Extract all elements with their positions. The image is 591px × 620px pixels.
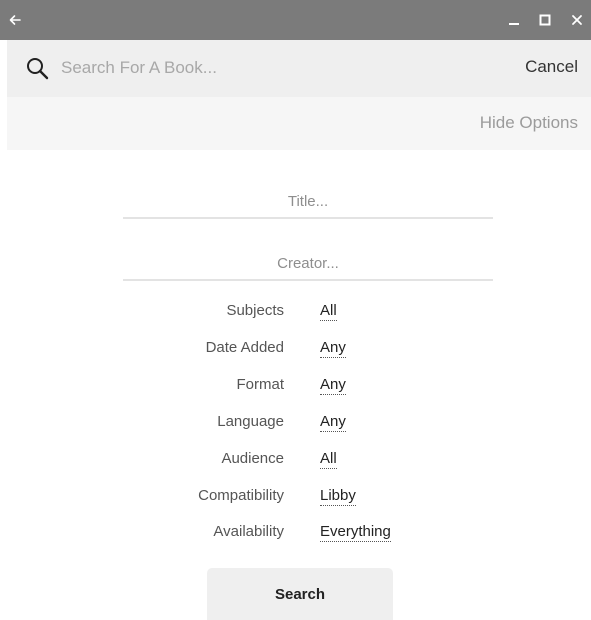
availability-select[interactable]: Everything <box>320 523 391 542</box>
filter-row-language: Language Any <box>0 413 591 435</box>
format-select[interactable]: Any <box>320 376 346 395</box>
filter-label: Date Added <box>205 339 284 356</box>
search-input[interactable] <box>61 54 441 82</box>
close-icon[interactable] <box>569 12 585 28</box>
minimize-icon[interactable] <box>506 12 522 28</box>
hide-options-button[interactable]: Hide Options <box>480 113 578 133</box>
filter-row-date-added: Date Added Any <box>0 339 591 361</box>
arrow-left-icon[interactable] <box>7 12 23 28</box>
maximize-icon[interactable] <box>537 12 553 28</box>
filter-label: Audience <box>221 450 284 467</box>
compatibility-select[interactable]: Libby <box>320 487 356 506</box>
date-added-select[interactable]: Any <box>320 339 346 358</box>
filter-row-availability: Availability Everything <box>0 523 591 545</box>
filter-label: Format <box>236 376 284 393</box>
filter-row-audience: Audience All <box>0 450 591 472</box>
creator-input[interactable] <box>123 247 493 281</box>
title-input[interactable] <box>123 185 493 219</box>
app-window: Cancel Hide Options Subjects All Date Ad… <box>0 0 591 620</box>
filter-label: Language <box>217 413 284 430</box>
search-button[interactable]: Search <box>207 568 393 620</box>
audience-select[interactable]: All <box>320 450 337 469</box>
filter-row-format: Format Any <box>0 376 591 398</box>
filter-label: Availability <box>213 523 284 540</box>
options-bar: Hide Options <box>7 97 591 150</box>
cancel-button[interactable]: Cancel <box>525 57 578 77</box>
filter-label: Compatibility <box>198 487 284 504</box>
filter-row-subjects: Subjects All <box>0 302 591 324</box>
search-icon <box>27 58 49 80</box>
filter-label: Subjects <box>226 302 284 319</box>
language-select[interactable]: Any <box>320 413 346 432</box>
filter-row-compatibility: Compatibility Libby <box>0 487 591 509</box>
search-bar: Cancel <box>7 40 591 97</box>
title-bar <box>0 0 591 40</box>
subjects-select[interactable]: All <box>320 302 337 321</box>
